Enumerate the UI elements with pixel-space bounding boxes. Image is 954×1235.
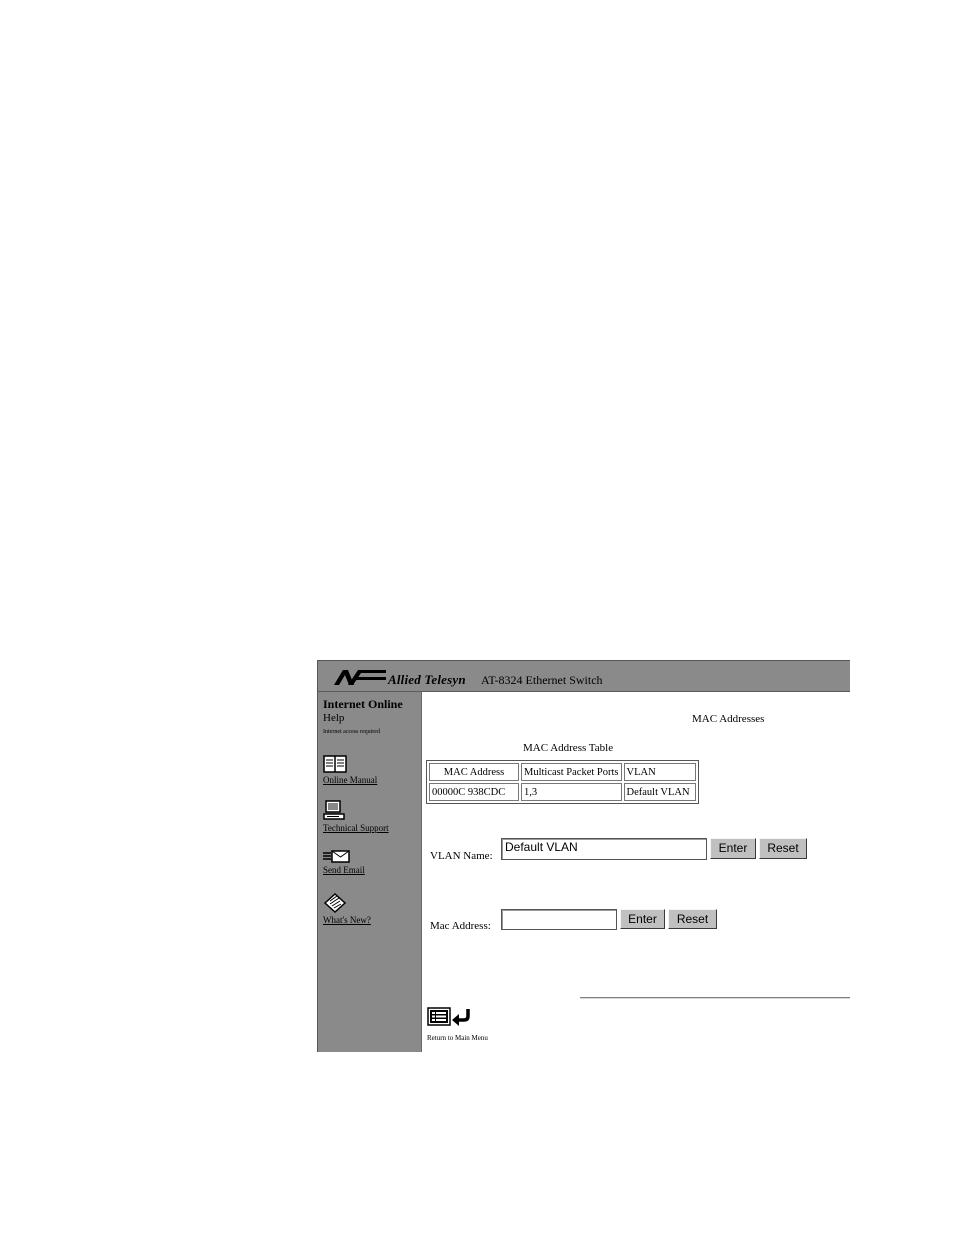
vlan-enter-button[interactable]: Enter: [710, 838, 756, 859]
table-header-row: MAC Address Multicast Packet Ports VLAN: [429, 763, 696, 781]
mac-reset-button[interactable]: Reset: [668, 909, 717, 929]
table-cell: 1,3: [521, 783, 622, 801]
mac-address-input[interactable]: [501, 909, 617, 930]
return-menu-icon: [427, 1007, 470, 1026]
sidebar-item-label: Online Manual: [323, 775, 378, 785]
table-caption: MAC Address Table: [523, 742, 614, 754]
news-icon: [323, 892, 347, 914]
return-label: Return to Main Menu: [427, 1034, 488, 1042]
brand-name: Allied Telesyn: [388, 672, 466, 687]
column-header: MAC Address: [429, 763, 519, 781]
table-row: 00000C 938CDC 1,3 Default VLAN: [429, 783, 696, 801]
column-header: Multicast Packet Ports: [521, 763, 622, 781]
computer-icon: [323, 800, 345, 820]
mac-enter-button[interactable]: Enter: [620, 909, 665, 929]
book-icon: [323, 755, 347, 773]
sidebar-title: Internet Online: [323, 697, 403, 711]
column-header: VLAN: [623, 763, 696, 781]
sidebar-note: Internet access required: [323, 729, 380, 735]
product-name: AT-8324 Ethernet Switch: [481, 673, 603, 687]
mac-address-label: Mac Address:: [430, 920, 491, 932]
help-sidebar: Internet Online Help Internet access req…: [318, 692, 422, 1052]
vlan-name-input[interactable]: Default VLAN: [501, 838, 707, 860]
mac-address-table: MAC Address Multicast Packet Ports VLAN …: [426, 760, 699, 804]
main-content: MAC Addresses MAC Address Table MAC Addr…: [422, 692, 850, 1052]
sidebar-item-send-email[interactable]: Send Email: [323, 850, 418, 875]
sidebar-item-technical-support[interactable]: Technical Support: [323, 800, 418, 833]
horizontal-rule: [580, 997, 850, 999]
sidebar-item-label: Technical Support: [323, 823, 389, 833]
table-cell: 00000C 938CDC: [429, 783, 519, 801]
table-cell: Default VLAN: [623, 783, 696, 801]
sidebar-item-label: What's New?: [323, 915, 371, 925]
header-banner: Allied Telesyn AT-8324 Ethernet Switch: [318, 661, 850, 692]
return-to-main-menu-link[interactable]: Return to Main Menu: [427, 1007, 488, 1042]
vlan-reset-button[interactable]: Reset: [759, 838, 807, 859]
vlan-name-label: VLAN Name:: [430, 850, 493, 862]
sidebar-item-label: Send Email: [323, 865, 365, 875]
sidebar-item-online-manual[interactable]: Online Manual: [323, 754, 418, 785]
sidebar-item-whats-new[interactable]: What's New?: [323, 892, 418, 925]
sidebar-subtitle: Help: [323, 712, 345, 724]
envelope-icon: [323, 850, 350, 863]
page-title: MAC Addresses: [692, 713, 765, 725]
browser-page: Allied Telesyn AT-8324 Ethernet Switch I…: [317, 660, 850, 1052]
allied-telesyn-logo-icon: [334, 670, 386, 685]
